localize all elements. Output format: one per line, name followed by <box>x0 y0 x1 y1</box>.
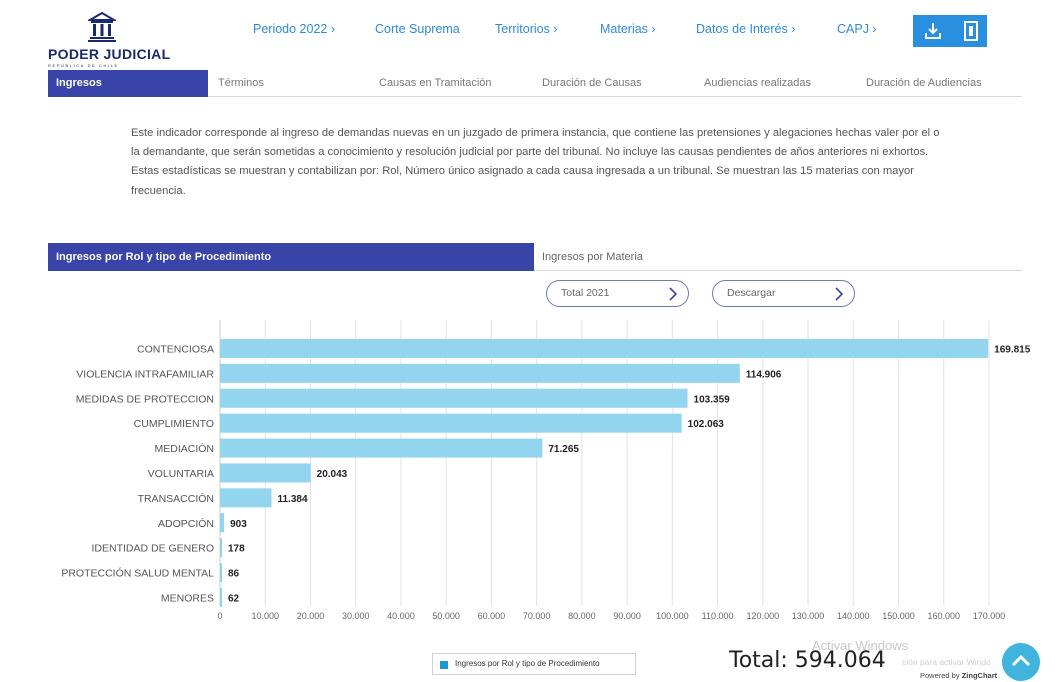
nav-datos-interes[interactable]: Datos de Interés › <box>696 22 795 36</box>
tab-ingresos[interactable]: Ingresos <box>48 70 208 97</box>
download-button-label: Descargar <box>727 287 776 299</box>
value-label: 169.815 <box>994 344 1031 355</box>
x-tick-label: 150.000 <box>882 611 915 621</box>
ingresos-bar-chart: CONTENCIOSA 169.815 VIOLENCIA INTRAFAMILIA… <box>61 320 1031 621</box>
bar <box>220 538 222 558</box>
chevron-up-icon <box>1011 654 1031 667</box>
windows-watermark-sub: ción para activar Windo <box>902 657 991 667</box>
x-tick-label: 80.000 <box>568 611 596 621</box>
nav-territorios[interactable]: Territorios › <box>495 22 558 36</box>
scroll-top-button[interactable] <box>1002 643 1040 681</box>
category-label: TRANSACCIÓN <box>138 492 214 505</box>
header-actions <box>913 15 987 47</box>
bar <box>220 587 222 607</box>
bar <box>220 363 740 383</box>
legend-swatch <box>440 661 448 669</box>
subtab-ingresos-rol[interactable]: Ingresos por Rol y tipo de Procedimiento <box>48 243 534 271</box>
x-tick-label: 120.000 <box>747 611 780 621</box>
category-label: PROTECCIÓN SALUD MENTAL <box>61 567 214 580</box>
value-label: 114.906 <box>746 369 782 380</box>
tab-duracion-causas[interactable]: Duración de Causas <box>542 70 642 97</box>
x-tick-label: 40.000 <box>387 611 415 621</box>
category-label: ADOPCIÓN <box>158 517 214 530</box>
value-label: 178 <box>228 544 245 555</box>
powered-by-brand: ZingChart <box>961 671 998 680</box>
poder-judicial-logo[interactable]: PODER JUDICIAL REPÚBLICA DE CHILE <box>48 12 171 68</box>
value-label: 71.265 <box>548 444 579 455</box>
category-label: MENORES <box>161 592 214 604</box>
subtab-ingresos-materia[interactable]: Ingresos por Materia <box>542 243 643 271</box>
x-tick-label: 10.000 <box>251 611 279 621</box>
x-tick-label: 30.000 <box>342 611 370 621</box>
powered-by-prefix: Powered by <box>920 671 962 680</box>
chevron-right-icon <box>669 287 678 301</box>
nav-capj[interactable]: CAPJ › <box>837 22 877 36</box>
value-label: 20.043 <box>317 469 348 480</box>
bar <box>220 413 682 433</box>
site-header: PODER JUDICIAL REPÚBLICA DE CHILE Period… <box>0 0 1055 68</box>
tab-duracion-audiencias[interactable]: Duración de Audiencias <box>866 70 982 97</box>
value-label: 903 <box>230 519 247 530</box>
download-icon[interactable] <box>923 21 943 41</box>
bar <box>220 513 225 533</box>
value-label: 102.063 <box>688 419 725 430</box>
category-label: CONTENCIOSA <box>137 343 214 355</box>
x-tick-label: 100.000 <box>656 611 689 621</box>
x-tick-label: 160.000 <box>927 611 960 621</box>
nav-periodo[interactable]: Periodo 2022 › <box>253 22 335 36</box>
chevron-right-icon <box>835 287 844 301</box>
bar <box>220 338 989 358</box>
tab-causas-tramitacion[interactable]: Causas en Tramitación <box>379 70 492 97</box>
x-tick-label: 140.000 <box>837 611 870 621</box>
logo-subtitle: REPÚBLICA DE CHILE <box>48 63 119 68</box>
spreadsheet-icon[interactable] <box>961 21 981 41</box>
indicator-tabs: Ingresos Términos Causas en Tramitación … <box>48 70 1022 97</box>
x-tick-label: 110.000 <box>702 611 734 621</box>
tab-terminos[interactable]: Términos <box>218 70 264 97</box>
bar <box>220 463 311 483</box>
courthouse-icon <box>88 12 116 42</box>
x-tick-label: 50.000 <box>432 611 460 621</box>
indicator-description: Este indicador corresponde al ingreso de… <box>131 127 940 197</box>
value-label: 103.359 <box>694 394 731 405</box>
total-label: Total: 594.064 <box>729 648 886 673</box>
category-label: IDENTIDAD DE GENERO <box>91 543 214 555</box>
nav-materias[interactable]: Materias › <box>600 22 656 36</box>
value-label: 62 <box>228 593 240 604</box>
x-tick-label: 60.000 <box>478 611 506 621</box>
tab-audiencias-realizadas[interactable]: Audiencias realizadas <box>704 70 811 97</box>
x-tick-label: 20.000 <box>297 611 325 621</box>
category-label: VOLUNTARIA <box>148 468 214 480</box>
legend-label: Ingresos por Rol y tipo de Procedimiento <box>455 659 600 668</box>
x-tick-label: 170.000 <box>973 611 1006 621</box>
category-label: VIOLENCIA INTRAFAMILIAR <box>76 368 214 380</box>
x-tick-label: 0 <box>217 611 222 621</box>
category-label: MEDIACIÓN <box>154 442 214 455</box>
category-label: CUMPLIMIENTO <box>134 418 214 430</box>
bar <box>220 563 222 583</box>
value-label: 11.384 <box>277 494 307 505</box>
chart-legend[interactable]: Ingresos por Rol y tipo de Procedimiento <box>432 653 636 675</box>
period-select[interactable]: Total 2021 <box>546 280 689 307</box>
x-tick-label: 70.000 <box>523 611 551 621</box>
category-label: MEDIDAS DE PROTECCION <box>76 393 214 405</box>
nav-corte-suprema[interactable]: Corte Suprema <box>375 22 460 36</box>
powered-by[interactable]: Powered by ZingChart <box>920 671 997 680</box>
chart-subtabs: Ingresos por Rol y tipo de Procedimiento… <box>48 243 1022 271</box>
x-tick-label: 90.000 <box>613 611 641 621</box>
value-label: 86 <box>228 569 240 580</box>
logo-title: PODER JUDICIAL <box>48 46 171 62</box>
bar <box>220 438 543 458</box>
download-button[interactable]: Descargar <box>712 280 855 307</box>
x-tick-label: 130.000 <box>792 611 825 621</box>
period-select-label: Total 2021 <box>561 287 610 299</box>
bar <box>220 488 272 508</box>
bar <box>220 388 688 408</box>
